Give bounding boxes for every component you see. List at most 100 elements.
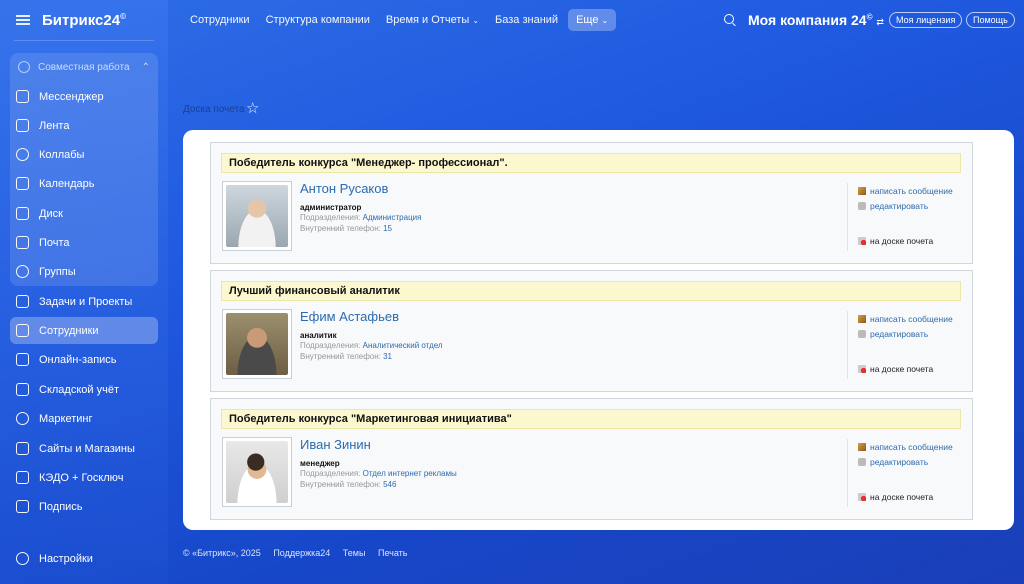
avatar[interactable] (222, 309, 292, 379)
star-icon[interactable]: ☆ (246, 99, 259, 117)
photo (226, 441, 288, 503)
company-label: Моя компания 24 (748, 12, 867, 28)
search-icon[interactable] (724, 14, 734, 24)
edit-icon (858, 457, 866, 466)
employee-name[interactable]: Иван Зинин (300, 437, 371, 452)
main-card: Победитель конкурса "Менеджер- профессио… (183, 130, 1014, 530)
company-name[interactable]: Моя компания 24© ⇄ (748, 12, 884, 28)
collabs-icon (16, 148, 29, 161)
sidebar-item-label: КЭДО + Госключ (39, 471, 124, 484)
calendar-icon (16, 177, 29, 190)
sidebar-item-booking[interactable]: Онлайн-запись (10, 346, 158, 373)
company-mark: © (866, 12, 873, 22)
sidebar-item-label: Задачи и Проекты (39, 295, 133, 308)
sidebar-item-employees[interactable]: Сотрудники (10, 317, 158, 344)
menu-icon[interactable] (16, 15, 30, 25)
topnav-time[interactable]: Время и Отчеты ⌄ (386, 14, 479, 26)
sidebar-item-label: Календарь (39, 177, 95, 190)
sidebar-item-feed[interactable]: Лента (10, 112, 158, 139)
phone-label: Внутренний телефон: (300, 352, 381, 361)
write-message-link[interactable]: написать сообщение (858, 311, 967, 326)
board-icon (858, 492, 866, 501)
help-button[interactable]: Помощь (966, 12, 1015, 28)
group-header[interactable]: Совместная работа ⌃ (10, 53, 158, 81)
sidebar-item-collabs[interactable]: Коллабы (10, 141, 158, 168)
employee-role: администратор (300, 203, 362, 212)
employee-role: аналитик (300, 331, 337, 340)
topnav-employees[interactable]: Сотрудники (190, 14, 250, 26)
edit-link[interactable]: редактировать (858, 326, 967, 341)
groups-icon (16, 265, 29, 278)
board-toggle[interactable]: на доске почета (858, 489, 967, 504)
chat-icon (16, 90, 29, 103)
sidebar-item-disk[interactable]: Диск (10, 200, 158, 227)
topnav-knowledge[interactable]: База знаний (495, 14, 558, 26)
sidebar-item-calendar[interactable]: Календарь (10, 170, 158, 197)
phone-link[interactable]: 31 (383, 352, 392, 361)
dept-link[interactable]: Отдел интернет рекламы (363, 469, 457, 478)
avatar[interactable] (222, 437, 292, 507)
footer: © «Битрикс», 2025 Поддержка24 Темы Печат… (183, 548, 417, 558)
topnav-structure[interactable]: Структура компании (266, 14, 370, 26)
employee-phone: Внутренний телефон: 31 (300, 352, 392, 361)
sidebar-item-marketing[interactable]: Маркетинг (10, 405, 158, 432)
employee-phone: Внутренний телефон: 546 (300, 480, 396, 489)
avatar[interactable] (222, 181, 292, 251)
sidebar-item-label: Онлайн-запись (39, 353, 117, 366)
action-label: на доске почета (870, 235, 934, 246)
print-link[interactable]: Печать (378, 548, 407, 558)
action-label: написать сообщение (870, 441, 953, 452)
pencil-icon (858, 442, 866, 451)
sidebar-item-mail[interactable]: Почта (10, 229, 158, 256)
copyright: © «Битрикс», 2025 (183, 548, 261, 558)
dept-link[interactable]: Аналитический отдел (363, 341, 443, 350)
employee-dept: Подразделения: Аналитический отдел (300, 341, 443, 350)
divider (14, 40, 154, 41)
phone-link[interactable]: 546 (383, 480, 396, 489)
themes-link[interactable]: Темы (343, 548, 366, 558)
logo-mark: © (120, 11, 126, 21)
action-label: на доске почета (870, 363, 934, 374)
board-icon (858, 236, 866, 245)
dept-link[interactable]: Администрация (363, 213, 422, 222)
page-title: Доска почета (183, 104, 245, 115)
kedo-icon (16, 471, 29, 484)
employee-name[interactable]: Антон Русаков (300, 181, 388, 196)
photo (226, 185, 288, 247)
employee-name[interactable]: Ефим Астафьев (300, 309, 399, 324)
employee-dept: Подразделения: Отдел интернет рекламы (300, 469, 457, 478)
action-label: редактировать (870, 456, 929, 467)
sidebar-item-messenger[interactable]: Мессенджер (10, 83, 158, 110)
sidebar-item-label: Группы (39, 265, 76, 278)
sidebar-item-label: Лента (39, 119, 70, 132)
app-logo[interactable]: Битрикс24© (42, 12, 126, 29)
sidebar-item-kedo[interactable]: КЭДО + Госключ (10, 464, 158, 491)
edit-link[interactable]: редактировать (858, 198, 967, 213)
write-message-link[interactable]: написать сообщение (858, 439, 967, 454)
feed-icon (16, 119, 29, 132)
sidebar-item-groups[interactable]: Группы (10, 258, 158, 285)
settings-item[interactable]: Настройки (16, 552, 93, 565)
logo-row: Битрикс24© (0, 0, 168, 40)
edit-link[interactable]: редактировать (858, 454, 967, 469)
sidebar-item-label: Почта (39, 236, 70, 249)
support-link[interactable]: Поддержка24 (273, 548, 330, 558)
board-toggle[interactable]: на доске почета (858, 233, 967, 248)
license-button[interactable]: Моя лицензия (889, 12, 963, 28)
sidebar-item-warehouse[interactable]: Складской учёт (10, 376, 158, 403)
chevron-up-icon[interactable]: ⌃ (142, 62, 150, 73)
sidebar-item-tasks[interactable]: Задачи и Проекты (10, 288, 158, 315)
sidebar-item-sign[interactable]: Подпись (10, 493, 158, 520)
sidebar-item-sites[interactable]: Сайты и Магазины (10, 435, 158, 462)
board-toggle[interactable]: на доске почета (858, 361, 967, 376)
dept-label: Подразделения: (300, 469, 361, 478)
phone-link[interactable]: 15 (383, 224, 392, 233)
photo (226, 313, 288, 375)
top-nav: Сотрудники Структура компании Время и От… (168, 0, 1024, 40)
chevron-down-icon: ⌄ (472, 16, 480, 25)
disk-icon (16, 207, 29, 220)
more-button[interactable]: Еще ⌄ (568, 9, 617, 31)
write-message-link[interactable]: написать сообщение (858, 183, 967, 198)
dept-label: Подразделения: (300, 213, 361, 222)
sidebar-item-label: Сотрудники (39, 324, 99, 337)
